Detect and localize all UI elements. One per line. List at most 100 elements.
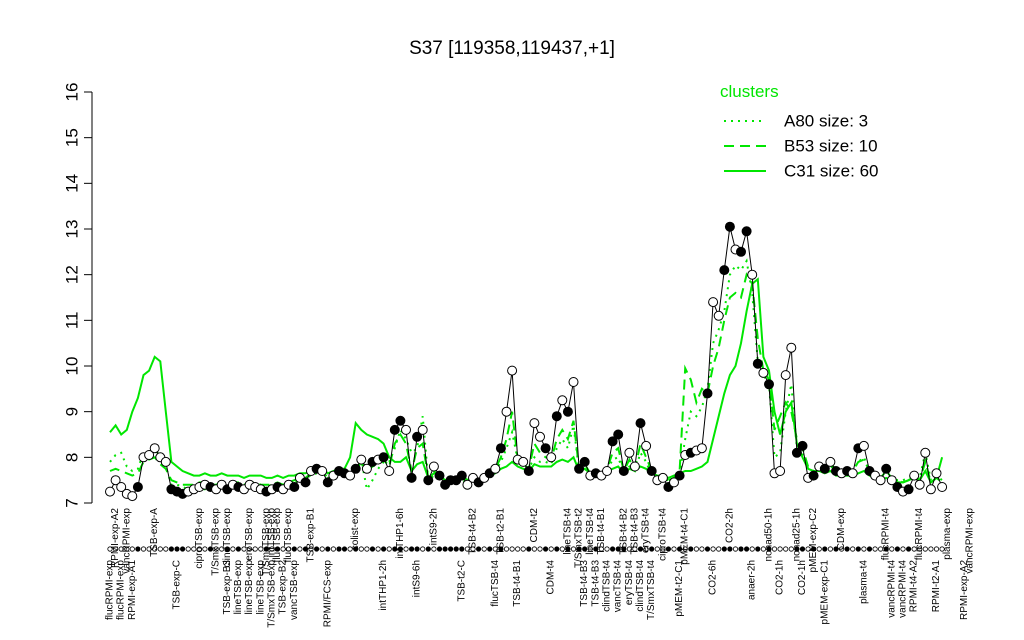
x-tick-label: TSB-t4-B2: [618, 508, 629, 555]
x-tick-label: intS9-6h: [412, 560, 423, 597]
data-point: [775, 466, 786, 476]
x-tick-label: intTHP1-6h: [395, 508, 406, 559]
x-rug-mark: [827, 546, 834, 552]
x-tick-label: TSB-t4-B1: [596, 508, 607, 555]
x-rug-mark: [369, 546, 376, 552]
x-rug-mark: [168, 546, 174, 552]
cluster-line-2: [109, 272, 943, 486]
chart-title: S37 [119358,119437,+1]: [409, 38, 615, 59]
data-point: [629, 461, 640, 472]
data-point: [428, 461, 439, 472]
x-rug-mark: [180, 546, 186, 552]
data-point: [764, 379, 774, 390]
x-rug-mark: [330, 546, 336, 552]
data-point: [646, 466, 657, 476]
x-rug-mark: [749, 546, 755, 552]
x-tick-label: intS9-2h: [428, 508, 439, 545]
x-axis: flucRPMI-exp flucRPMI-exp RPMI-exp-A1 TSB-e…: [105, 508, 976, 628]
x-tick-label: RPMI/FCS-exp: [322, 560, 333, 628]
data-point: [931, 468, 942, 479]
y-axis: 7 8 9 10 11 12 13 14 15 16: [63, 83, 93, 508]
data-point: [289, 482, 300, 492]
x-tick-label: CO2-6h: [708, 560, 719, 595]
data-point: [602, 466, 612, 476]
data-point: [456, 470, 467, 481]
data-point: [562, 406, 573, 417]
data-point: [551, 411, 562, 422]
data-point: [507, 365, 518, 376]
y-tick-label: 14: [63, 174, 82, 193]
x-tick-label: ciproTSB-t4: [657, 508, 668, 561]
x-tick-label: RPMI-exp-A2: [110, 508, 121, 568]
x-tick-label: plasma-exp: [942, 508, 953, 560]
data-point: [780, 370, 791, 381]
x-rug-mark: [442, 546, 448, 552]
data-point: [657, 472, 668, 483]
x-tick-label: intTHP1-2h: [378, 560, 389, 611]
x-rug-mark: [699, 546, 705, 552]
data-point: [696, 443, 707, 454]
x-tick-label: TSB-t4-B3: [629, 508, 640, 555]
data-point: [523, 466, 534, 476]
x-rug-mark: [894, 546, 901, 552]
data-point: [501, 406, 512, 417]
data-point: [557, 395, 568, 406]
x-tick-label: TSB-exp-B1: [306, 508, 317, 563]
x-rug-mark: [905, 546, 912, 552]
x-tick-label: CO2-1h: [797, 560, 808, 595]
x-rug-mark: [386, 546, 392, 552]
data-point: [641, 440, 652, 451]
data-point: [535, 431, 545, 442]
x-tick-label: eryTSB-t4: [641, 508, 652, 553]
data-point: [384, 466, 395, 476]
x-rug-mark: [721, 546, 727, 552]
y-tick-label: 11: [63, 312, 82, 330]
x-tick-label: ciproTSB-exp: [194, 508, 205, 569]
x-tick-label: TSB-t2-C: [456, 560, 467, 602]
x-rug-mark: [872, 546, 878, 552]
legend: clusters A80 size: 3 B53 size: 10 C31 size:…: [720, 82, 879, 181]
x-tick-label: T/SmxTSB-exp: [211, 508, 222, 576]
main-series-line: [109, 226, 943, 497]
x-rug-mark: [743, 546, 750, 552]
x-rug-mark: [459, 546, 465, 552]
x-rug-mark: [185, 546, 191, 552]
x-rug-mark: [380, 546, 387, 552]
x-tick-label: colist-exp: [350, 508, 361, 551]
x-rug-mark: [526, 546, 532, 552]
data-point: [350, 463, 361, 474]
x-tick-label: flucRPMI-t4: [881, 508, 892, 561]
legend-title: clusters: [720, 82, 779, 101]
x-tick-label: T/SmxTSB-t4: [646, 560, 657, 620]
data-point: [758, 367, 769, 378]
x-tick-label: TSB-t4-B2: [468, 508, 479, 555]
x-rug-mark: [850, 546, 856, 552]
data-point: [300, 477, 311, 488]
x-tick-label: CDM-t4: [546, 560, 557, 595]
x-rug-mark: [671, 546, 677, 552]
data-point: [736, 246, 746, 257]
data-point: [847, 468, 858, 479]
x-tick-label: nonad25-1h: [791, 508, 802, 561]
data-point: [674, 470, 685, 481]
x-tick-label: vancTSB-exp: [289, 560, 300, 620]
x-rug-mark: [341, 546, 348, 552]
x-rug-mark: [732, 546, 739, 552]
data-point: [395, 415, 406, 426]
x-rug-mark: [537, 546, 543, 552]
x-rug-mark: [481, 546, 487, 552]
x-rug-mark: [548, 546, 554, 552]
x-tick-label: vancRPMI-t4: [886, 560, 897, 618]
cluster-line-3: [109, 277, 944, 484]
cluster-line-1: [109, 258, 943, 493]
x-rug-mark: [414, 546, 420, 552]
chart-root: S37 [119358,119437,+1] 7 8 9 10 11 12 13 14 15 16…: [0, 0, 1024, 640]
x-rug-mark: [861, 546, 867, 552]
x-rug-mark: [487, 546, 493, 552]
data-point: [797, 440, 808, 451]
y-tick-label: 16: [63, 83, 82, 102]
x-rug-mark: [375, 546, 381, 552]
y-tick-label: 12: [63, 265, 82, 284]
main-series: [105, 221, 948, 502]
data-point: [417, 424, 428, 435]
